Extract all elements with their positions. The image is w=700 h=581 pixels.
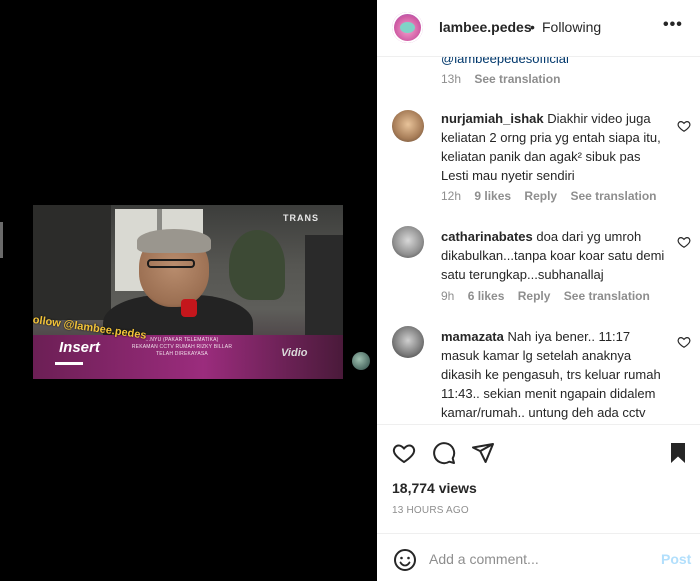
person-hair — [137, 229, 211, 253]
list-item: catharinabates doa dari yg umroh dikabul… — [441, 227, 667, 284]
avatar[interactable] — [392, 326, 424, 358]
comment-likes[interactable]: 9 likes — [474, 189, 511, 203]
avatar[interactable] — [392, 226, 424, 258]
emoji-icon[interactable] — [393, 548, 417, 572]
comment-username[interactable]: mamazata — [441, 329, 504, 344]
comment-meta: 9h 6 likes Reply See translation — [441, 289, 660, 303]
list-item: mamazata Nah iya bener.. 11:17 masuk kam… — [441, 327, 667, 424]
comment-time: 9h — [441, 289, 455, 303]
comments-list[interactable]: @lambeepedesofficial 13h See translation… — [377, 57, 700, 424]
cut-off-comment-text: @lambeepedesofficial — [441, 57, 569, 66]
see-translation-link[interactable]: See translation — [564, 289, 650, 303]
add-comment-input[interactable] — [429, 548, 649, 570]
comment-time: 12h — [441, 189, 462, 203]
comment-meta: 12h 9 likes Reply See translation — [441, 189, 666, 203]
comment-meta: 13h See translation — [441, 72, 570, 86]
post-button[interactable]: Post — [661, 551, 691, 567]
add-comment-bar: Post — [377, 533, 700, 581]
share-icon[interactable] — [471, 441, 495, 465]
media-area: TRANS ...NYU (PAKAR TELEMATIKA) REKAMAN … — [0, 0, 377, 581]
reply-link[interactable]: Reply — [524, 189, 557, 203]
background-plant — [229, 230, 285, 300]
comment-likes[interactable]: 6 likes — [468, 289, 505, 303]
like-heart-icon[interactable] — [677, 335, 691, 349]
header-username[interactable]: lambee.pedes — [439, 19, 532, 35]
video-player[interactable]: TRANS ...NYU (PAKAR TELEMATIKA) REKAMAN … — [33, 205, 343, 379]
comment-username[interactable]: nurjamiah_ishak — [441, 111, 544, 126]
left-edge-tab[interactable] — [0, 222, 3, 258]
like-heart-icon[interactable] — [677, 235, 691, 249]
microphone — [181, 299, 197, 317]
heart-icon[interactable] — [392, 441, 416, 465]
comment-icon[interactable] — [432, 441, 456, 465]
view-count[interactable]: 18,774 views — [392, 480, 477, 496]
lower-third-caption: ...NYU (PAKAR TELEMATIKA) REKAMAN CCTV R… — [123, 337, 241, 367]
more-options-icon[interactable]: ••• — [663, 16, 683, 34]
comment-username[interactable]: catharinabates — [441, 229, 533, 244]
account-round-icon[interactable] — [352, 352, 370, 370]
caption-line: TELAH DIREKAYASA — [156, 351, 208, 357]
bookmark-icon[interactable] — [666, 441, 690, 465]
person-glasses — [147, 259, 195, 268]
post-panel: lambee.pedes • Following ••• @lambeepede… — [377, 0, 700, 581]
post-timestamp[interactable]: 13 HOURS AGO — [392, 505, 469, 516]
broadcaster-logo: TRANS — [283, 213, 319, 223]
avatar[interactable] — [392, 110, 424, 142]
program-logo: Insert — [59, 339, 100, 356]
comment-time: 13h — [441, 72, 462, 86]
avatar[interactable] — [392, 12, 423, 43]
caption-line: REKAMAN CCTV RUMAH RIZKY BILLAR — [131, 344, 233, 350]
see-translation-link[interactable]: See translation — [570, 189, 656, 203]
post-header: lambee.pedes • Following ••• — [377, 0, 700, 57]
streaming-logo: Vidio — [281, 347, 308, 359]
see-translation-link[interactable]: See translation — [474, 72, 560, 86]
following-button[interactable]: Following — [542, 19, 601, 35]
list-item: nurjamiah_ishak Diakhir video juga kelia… — [441, 109, 667, 185]
like-heart-icon[interactable] — [677, 119, 691, 133]
post-actions: 18,774 views 13 HOURS AGO — [377, 424, 700, 533]
header-separator: • — [530, 19, 535, 35]
reply-link[interactable]: Reply — [518, 289, 551, 303]
program-logo-underline — [55, 362, 83, 365]
background-wall — [33, 205, 111, 320]
